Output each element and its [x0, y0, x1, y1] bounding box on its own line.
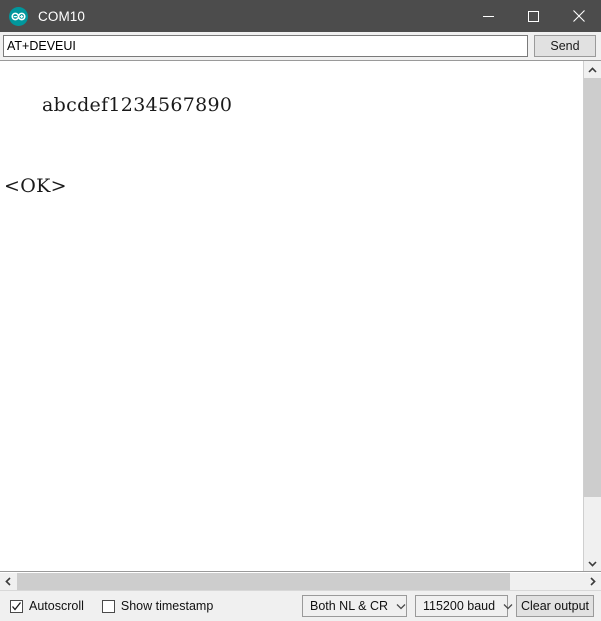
- scroll-up-button[interactable]: [584, 61, 601, 78]
- command-row: Send: [0, 32, 601, 60]
- scroll-left-button[interactable]: [0, 573, 17, 590]
- line-ending-select[interactable]: Both NL & CR: [302, 595, 407, 617]
- console-output-area: abcdef1234567890 <OK>: [0, 60, 601, 572]
- chevron-right-icon: [589, 573, 596, 591]
- horizontal-scrollbar[interactable]: [0, 572, 601, 590]
- minimize-button[interactable]: [466, 0, 511, 32]
- show-timestamp-checkbox[interactable]: Show timestamp: [101, 599, 214, 613]
- title-bar: COM10: [0, 0, 601, 32]
- send-button[interactable]: Send: [534, 35, 596, 57]
- chevron-left-icon: [5, 573, 12, 591]
- horizontal-scroll-thumb[interactable]: [17, 573, 511, 590]
- chevron-up-icon: [588, 61, 597, 79]
- maximize-icon: [528, 10, 539, 22]
- console-line: <OK>: [4, 175, 67, 197]
- autoscroll-checkbox-box[interactable]: [10, 599, 23, 613]
- autoscroll-label: Autoscroll: [29, 599, 84, 613]
- status-bar: Autoscroll Show timestamp Both NL & CR 1…: [0, 590, 601, 621]
- chevron-down-icon: [503, 603, 513, 610]
- window-controls: [466, 0, 601, 32]
- arduino-logo-icon: [9, 6, 28, 26]
- console-line: abcdef1234567890: [42, 94, 233, 116]
- command-input[interactable]: [3, 35, 528, 57]
- maximize-button[interactable]: [511, 0, 556, 32]
- close-icon: [572, 10, 585, 22]
- chevron-down-icon: [396, 603, 406, 610]
- vertical-scroll-track[interactable]: [584, 78, 601, 554]
- console-output-text[interactable]: abcdef1234567890 <OK>: [0, 61, 583, 571]
- baud-rate-select[interactable]: 115200 baud: [415, 595, 513, 617]
- baud-rate-value: 115200 baud: [423, 599, 496, 613]
- close-button[interactable]: [556, 0, 601, 32]
- vertical-scrollbar[interactable]: [583, 61, 601, 571]
- chevron-down-icon: [588, 554, 597, 572]
- autoscroll-checkbox[interactable]: Autoscroll: [10, 599, 84, 613]
- scroll-right-button[interactable]: [584, 573, 601, 590]
- minimize-icon: [483, 11, 494, 22]
- serial-monitor-window: COM10 AT+DEVEUI Send abcdef1234567890 <O…: [0, 0, 601, 621]
- show-timestamp-checkbox-box[interactable]: [101, 599, 115, 613]
- window-title: COM10: [38, 8, 86, 24]
- horizontal-scroll-track[interactable]: [17, 573, 584, 590]
- line-ending-value: Both NL & CR: [310, 599, 389, 613]
- clear-output-button[interactable]: Clear output: [516, 595, 594, 617]
- scroll-down-button[interactable]: [584, 554, 601, 571]
- vertical-scroll-thumb[interactable]: [584, 78, 601, 497]
- show-timestamp-label: Show timestamp: [120, 599, 214, 613]
